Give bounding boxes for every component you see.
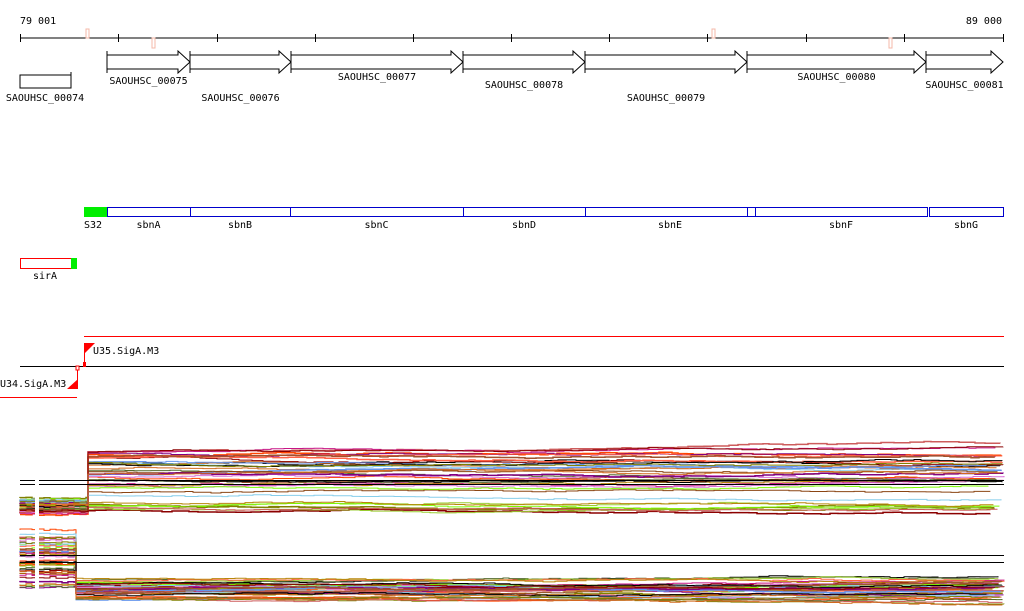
- operon-leader[interactable]: [84, 207, 107, 217]
- gene-SAOUHSC_00079[interactable]: SAOUHSC_00079: [584, 49, 748, 104]
- site-marker: [151, 37, 156, 49]
- ruler: 79 001 89 000: [20, 16, 1004, 49]
- operon-gene-sbnB[interactable]: sbnB: [190, 207, 291, 232]
- promoter-label: U35.SigA.M3: [93, 346, 159, 357]
- operon-gene-label: sbnA: [136, 220, 160, 231]
- operon-gene-label: sbnF: [829, 220, 853, 231]
- gene-SAOUHSC_00077[interactable]: SAOUHSC_00077: [290, 49, 464, 83]
- operon-gene-label: sbnC: [364, 220, 388, 231]
- gene-label: SAOUHSC_00078: [485, 80, 563, 91]
- gene-track: SAOUHSC_00074 SAOUHSC_00075 SAOUHSC_00076…: [6, 49, 1004, 104]
- operon-gene-label: sbnE: [658, 220, 682, 231]
- operon-gene-sbnE[interactable]: sbnE: [585, 207, 756, 231]
- operon-gene-sbnF[interactable]: sbnF: [755, 207, 928, 232]
- gene-label: SAOUHSC_00080: [797, 72, 875, 83]
- expression-line: [19, 544, 1005, 582]
- operon-gene-sbnD[interactable]: sbnD: [463, 207, 586, 232]
- genome-browser: 79 001 89 000 SAOUHSC_00074 SAOUHSC_0007…: [0, 16, 1005, 610]
- site-marker: [85, 28, 90, 39]
- promoter-track: U35.SigA.M3 U34.SigA.M3: [0, 336, 1004, 398]
- gene-SAOUHSC_00081[interactable]: SAOUHSC_00081: [925, 49, 1004, 91]
- operon-gene-label: sbnD: [512, 220, 536, 231]
- gene-SAOUHSC_00076[interactable]: SAOUHSC_00076: [189, 49, 292, 104]
- site-marker: [888, 37, 893, 49]
- sira-feature[interactable]: sirA: [20, 258, 78, 282]
- promoter-U35[interactable]: U35.SigA.M3: [83, 343, 159, 367]
- gene-label: SAOUHSC_00075: [109, 76, 187, 87]
- operon-gene-label: sbnG: [954, 220, 978, 231]
- gene-SAOUHSC_00075[interactable]: SAOUHSC_00075: [106, 49, 191, 87]
- promoter-label: U34.SigA.M3: [0, 379, 66, 390]
- gene-SAOUHSC_00078[interactable]: SAOUHSC_00078: [462, 49, 586, 91]
- gene-label: SAOUHSC_00074: [6, 93, 84, 104]
- expression-profiles: [19, 440, 1005, 610]
- ruler-start-label: 79 001: [20, 16, 56, 27]
- sira-label: sirA: [33, 271, 57, 282]
- gene-label: SAOUHSC_00081: [925, 80, 1003, 91]
- operon-track: S32 sbnA sbnB sbnC sbnD sbnE sbnF sbnG: [84, 207, 1004, 231]
- operon-leader-label: S32: [84, 220, 102, 231]
- gene-label: SAOUHSC_00076: [201, 93, 279, 104]
- promoter-U34[interactable]: U34.SigA.M3: [0, 365, 80, 390]
- operon-gene-sbnG[interactable]: sbnG: [929, 207, 1004, 232]
- site-marker: [711, 28, 716, 39]
- gap: [35, 440, 39, 610]
- gene-label: SAOUHSC_00077: [338, 72, 416, 83]
- operon-gene-label: sbnB: [228, 220, 252, 231]
- operon-gene-sbnA[interactable]: sbnA: [107, 207, 191, 232]
- gene-SAOUHSC_00080[interactable]: SAOUHSC_00080: [746, 49, 927, 83]
- expression-line: [19, 494, 1002, 504]
- gene-label: SAOUHSC_00079: [627, 93, 705, 104]
- operon-gene-sbnC[interactable]: sbnC: [290, 207, 464, 232]
- ruler-end-label: 89 000: [966, 16, 1002, 27]
- gene-SAOUHSC_00074[interactable]: SAOUHSC_00074: [6, 72, 84, 104]
